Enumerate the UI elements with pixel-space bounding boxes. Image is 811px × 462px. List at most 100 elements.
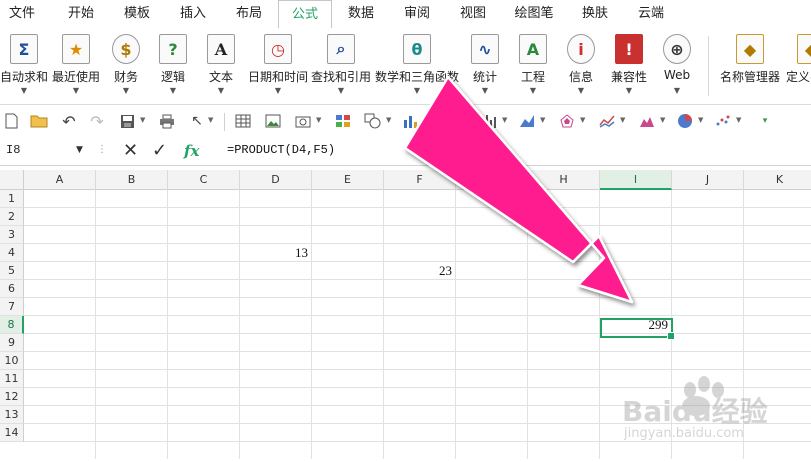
chevron-down-icon[interactable]: ▼ [502,116,507,124]
tab-data[interactable]: 数据 [334,0,388,28]
column-header-h[interactable]: H [528,170,600,190]
column-header-k[interactable]: K [744,170,811,190]
tab-draw-pen[interactable]: 绘图笔 [502,0,566,28]
tab-layout[interactable]: 布局 [222,0,276,28]
name-manager-button[interactable]: ◆ 名称管理器 [716,32,784,102]
open-folder-icon[interactable] [30,113,48,129]
column-header-g[interactable]: G [456,170,528,190]
row-header-5[interactable]: 5 [0,262,24,280]
cancel-icon[interactable]: ✕ [123,138,138,164]
grid-vline [383,190,384,459]
radar-chart-icon[interactable] [558,113,576,129]
column-header-a[interactable]: A [24,170,96,190]
column-header-i[interactable]: I [600,170,672,190]
column-header-c[interactable]: C [168,170,240,190]
shapes-icon[interactable] [364,113,382,129]
screenshot-icon[interactable] [294,113,312,129]
row-header-7[interactable]: 7 [0,298,24,316]
select-all-corner[interactable] [0,170,24,190]
toolbar-more-icon[interactable]: ▾ [756,113,774,129]
chevron-down-icon[interactable]: ▼ [208,116,213,124]
tab-insert[interactable]: 插入 [166,0,220,28]
cell-f5[interactable]: 23 [384,262,456,280]
row-header-2[interactable]: 2 [0,208,24,226]
tab-home[interactable]: 开始 [54,0,108,28]
web-button[interactable]: ⊕ Web ▼ [654,32,700,102]
autosum-button[interactable]: Σ 自动求和 ▼ [0,32,48,102]
smartart-icon[interactable] [334,113,352,129]
chevron-down-icon[interactable]: ▼ [386,116,391,124]
pointer-icon[interactable]: ↖ [188,113,206,129]
insert-function-icon[interactable]: fx [184,138,199,164]
compatibility-label: 兼容性 [610,70,647,84]
tab-skin[interactable]: 换肤 [568,0,622,28]
lookup-button[interactable]: ⌕ 查找和引用 ▼ [310,32,372,102]
lookup-label: 查找和引用 [310,70,371,84]
scatter-chart-icon[interactable] [714,113,732,129]
picture-icon[interactable] [264,113,282,129]
confirm-icon[interactable]: ✓ [152,138,167,164]
tab-view[interactable]: 视图 [446,0,500,28]
tab-review[interactable]: 审阅 [390,0,444,28]
row-header-11[interactable]: 11 [0,370,24,388]
undo-icon[interactable]: ↶ [60,112,78,131]
formula-input[interactable]: =PRODUCT(D4,F5) [227,138,335,164]
text-button[interactable]: A 文本 ▼ [198,32,244,102]
column-header-e[interactable]: E [312,170,384,190]
column-header-j[interactable]: J [672,170,744,190]
math-trig-button[interactable]: θ 数学和三角函数 ▼ [374,32,460,102]
logic-button[interactable]: ? 逻辑 ▼ [150,32,196,102]
chevron-down-icon[interactable]: ▼ [316,116,321,124]
row-header-8[interactable]: 8 [0,316,24,334]
active-cell-border[interactable] [600,318,675,340]
row-header-13[interactable]: 13 [0,406,24,424]
table-icon[interactable] [234,113,252,129]
pie-chart-icon[interactable] [676,113,694,129]
drag-handle-icon[interactable]: ⋮ [97,138,107,164]
mountain-chart-icon[interactable] [638,113,656,129]
row-header-4[interactable]: 4 [0,244,24,262]
chevron-down-icon[interactable]: ▼ [620,116,625,124]
statistics-button[interactable]: ∿ 统计 ▼ [462,32,508,102]
row-header-12[interactable]: 12 [0,388,24,406]
column-header-f[interactable]: F [384,170,456,190]
watermark-brand: Baidu经验 [622,395,768,428]
cell-d4[interactable]: 13 [240,244,312,262]
row-header-9[interactable]: 9 [0,334,24,352]
row-header-14[interactable]: 14 [0,424,24,442]
column-chart-icon[interactable] [402,113,420,129]
tab-file[interactable]: 文件 [0,0,44,28]
save-icon[interactable] [118,113,136,129]
define-name-button[interactable]: ◆ 定义名 [786,32,811,102]
column-header-d[interactable]: D [240,170,312,190]
chevron-down-icon[interactable]: ▼ [660,116,665,124]
chevron-down-icon[interactable]: ▼ [140,116,145,124]
recent-used-button[interactable]: ★ 最近使用 ▼ [50,32,102,102]
engineering-button[interactable]: A 工程 ▼ [510,32,556,102]
bar-stat-chart-icon[interactable] [480,113,498,129]
fill-handle[interactable] [667,332,675,340]
chevron-down-icon[interactable]: ▼ [698,116,703,124]
row-header-3[interactable]: 3 [0,226,24,244]
row-header-10[interactable]: 10 [0,352,24,370]
tab-cloud[interactable]: 云端 [624,0,678,28]
redo-icon[interactable]: ↷ [88,112,106,131]
row-header-1[interactable]: 1 [0,190,24,208]
chevron-down-icon[interactable]: ▼ [580,116,585,124]
info-button[interactable]: i 信息 ▼ [558,32,604,102]
tab-formula[interactable]: 公式 [278,0,332,29]
printer-icon[interactable] [158,113,176,129]
tab-template[interactable]: 模板 [110,0,164,28]
column-header-b[interactable]: B [96,170,168,190]
chevron-down-icon[interactable]: ▼ [76,138,83,164]
line-chart-icon[interactable] [598,113,616,129]
row-header-6[interactable]: 6 [0,280,24,298]
chevron-down-icon[interactable]: ▼ [540,116,545,124]
new-file-icon[interactable] [2,113,20,129]
chevron-down-icon[interactable]: ▼ [424,116,429,124]
area-chart-icon[interactable] [518,113,536,129]
chevron-down-icon[interactable]: ▼ [736,116,741,124]
datetime-button[interactable]: ◷ 日期和时间 ▼ [246,32,310,102]
finance-button[interactable]: $ 财务 ▼ [104,32,148,102]
compatibility-button[interactable]: ! 兼容性 ▼ [606,32,652,102]
